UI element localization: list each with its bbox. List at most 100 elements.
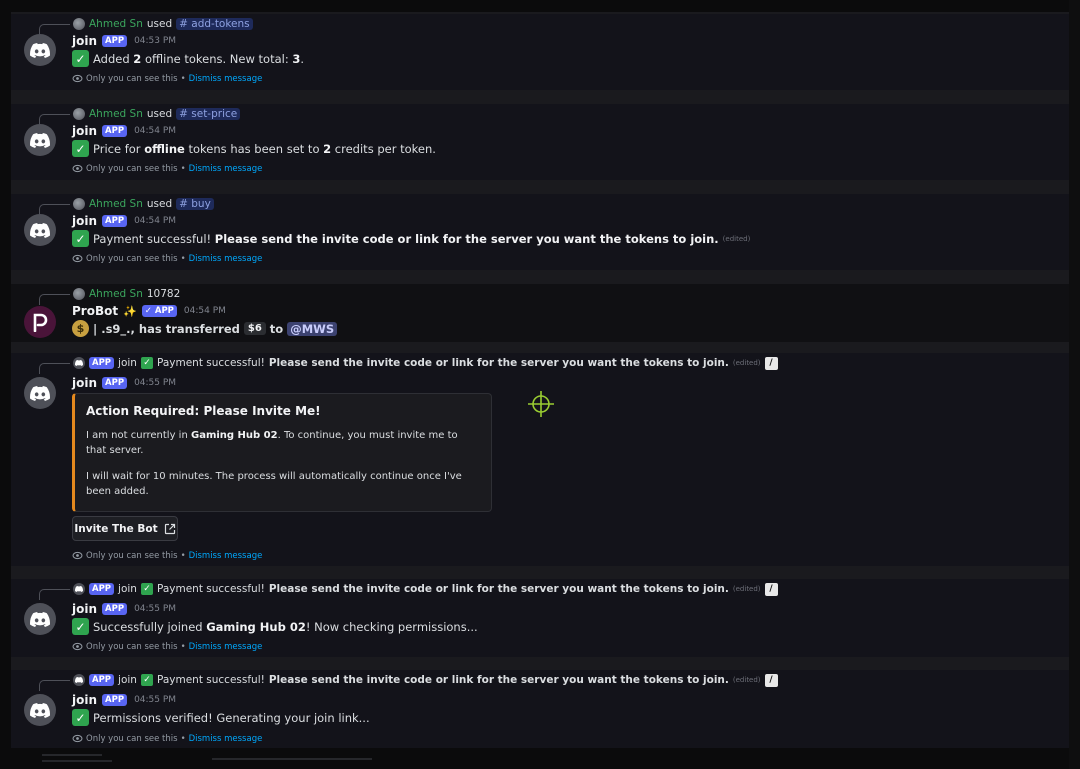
reply-reference[interactable]: APP join ✓ Payment successful! Please se… <box>73 356 778 370</box>
embed-card: Action Required: Please Invite Me! I am … <box>72 393 492 512</box>
author-name[interactable]: ProBot <box>72 304 118 318</box>
pencil-emoji-icon: / <box>764 673 778 687</box>
check-emoji-icon: ✓ <box>140 583 153 595</box>
bot-avatar[interactable] <box>24 694 56 726</box>
message-content: ✓ Successfully joined Gaming Hub 02! Now… <box>72 618 478 635</box>
eye-icon <box>72 734 83 743</box>
author-name[interactable]: join <box>72 124 97 138</box>
message-header: join APP 04:53 PM <box>72 33 176 49</box>
edited-label: (edited) <box>722 234 751 243</box>
app-badge: APP <box>102 35 128 47</box>
timestamp[interactable]: 04:55 PM <box>134 604 176 614</box>
command-name[interactable]: # buy <box>176 198 214 210</box>
invite-bot-button[interactable]: Invite The Bot <box>72 516 178 541</box>
ref-username[interactable]: join <box>118 674 137 686</box>
reply-reference[interactable]: APP join ✓ Payment successful! Please se… <box>73 673 778 687</box>
discord-logo-icon <box>30 702 50 718</box>
check-emoji-icon: ✓ <box>72 50 89 67</box>
user-mention[interactable]: @MWS <box>287 321 338 336</box>
ephemeral-note: Only you can see this • Dismiss message <box>72 550 262 561</box>
message-permissions-verified: APP join ✓ Payment successful! Please se… <box>11 670 1069 748</box>
timestamp[interactable]: 04:55 PM <box>134 695 176 705</box>
app-badge: APP <box>102 694 128 706</box>
user-avatar-mini <box>73 18 85 30</box>
dismiss-message-link[interactable]: Dismiss message <box>189 734 263 744</box>
ref-verb: used <box>146 108 173 120</box>
embed-paragraph: I am not currently in Gaming Hub 02. To … <box>86 430 458 456</box>
message-content: $ | .s9_., has transferred $6 to @MWS <box>72 320 338 337</box>
message-header: join APP 04:55 PM <box>72 692 176 708</box>
bot-avatar[interactable] <box>24 603 56 635</box>
check-emoji-icon: ✓ <box>72 618 89 635</box>
check-emoji-icon: ✓ <box>72 140 89 157</box>
ephemeral-note: Only you can see this • Dismiss message <box>72 733 262 744</box>
dismiss-message-link[interactable]: Dismiss message <box>189 642 263 652</box>
bot-avatar[interactable] <box>24 34 56 66</box>
ref-verb: used <box>146 198 173 210</box>
reply-reference[interactable]: APP join ✓ Payment successful! Please se… <box>73 582 778 596</box>
timestamp[interactable]: 04:54 PM <box>184 306 226 316</box>
dismiss-message-link[interactable]: Dismiss message <box>189 254 263 264</box>
command-reference[interactable]: Ahmed Sn used # set-price <box>73 107 241 121</box>
eye-icon <box>72 164 83 173</box>
bot-avatar[interactable] <box>24 124 56 156</box>
author-name[interactable]: join <box>72 693 97 707</box>
message-content: ✓ Payment successful! Please send the in… <box>72 230 750 247</box>
ref-username[interactable]: Ahmed Sn <box>89 18 143 30</box>
check-emoji-icon: ✓ <box>72 709 89 726</box>
embed-paragraph: I will wait for 10 minutes. The process … <box>86 471 462 497</box>
reply-connector <box>39 680 70 691</box>
author-name[interactable]: join <box>72 602 97 616</box>
reply-reference[interactable]: Ahmed Sn 10782 <box>73 287 180 301</box>
user-avatar-mini <box>73 288 85 300</box>
external-link-icon <box>164 523 175 534</box>
app-badge: APP <box>102 603 128 615</box>
ref-username[interactable]: join <box>118 583 137 595</box>
app-badge: APP <box>89 357 115 369</box>
dismiss-message-link[interactable]: Dismiss message <box>189 74 263 84</box>
command-name[interactable]: # set-price <box>176 108 241 120</box>
discord-logo-icon <box>30 222 50 238</box>
message-buy: Ahmed Sn used # buy join APP 04:54 PM ✓ … <box>11 194 1069 270</box>
bottom-ghost-content <box>42 750 372 769</box>
author-name[interactable]: join <box>72 214 97 228</box>
dismiss-message-link[interactable]: Dismiss message <box>189 551 263 561</box>
ref-username[interactable]: join <box>118 357 137 369</box>
discord-logo-icon <box>30 42 50 58</box>
ref-text: 10782 <box>146 288 181 300</box>
message-header: join APP 04:55 PM <box>72 375 176 391</box>
bot-avatar[interactable] <box>24 214 56 246</box>
ref-username[interactable]: Ahmed Sn <box>89 288 143 300</box>
timestamp[interactable]: 04:54 PM <box>134 216 176 226</box>
ref-username[interactable]: Ahmed Sn <box>89 108 143 120</box>
message-probot-transfer: Ahmed Sn 10782 ProBot ✨ ✓ APP 04:54 PM $… <box>11 284 1069 342</box>
check-emoji-icon: ✓ <box>140 357 153 369</box>
eye-icon <box>72 254 83 263</box>
command-name[interactable]: # add-tokens <box>176 18 253 30</box>
eye-icon <box>72 551 83 560</box>
author-name[interactable]: join <box>72 34 97 48</box>
message-set-price: Ahmed Sn used # set-price join APP 04:54… <box>11 104 1069 180</box>
probot-avatar[interactable] <box>24 306 56 338</box>
discord-logo-icon <box>30 132 50 148</box>
app-badge: APP <box>102 377 128 389</box>
verified-app-badge: ✓ APP <box>141 305 177 317</box>
bot-avatar-mini <box>73 357 85 369</box>
message-content: ✓ Permissions verified! Generating your … <box>72 709 370 726</box>
user-avatar-mini <box>73 198 85 210</box>
bot-avatar[interactable] <box>24 377 56 409</box>
timestamp[interactable]: 04:53 PM <box>134 36 176 46</box>
user-avatar-mini <box>73 108 85 120</box>
timestamp[interactable]: 04:55 PM <box>134 378 176 388</box>
command-reference[interactable]: Ahmed Sn used # add-tokens <box>73 17 253 31</box>
ref-username[interactable]: Ahmed Sn <box>89 198 143 210</box>
amount-code: $6 <box>243 322 266 335</box>
author-name[interactable]: join <box>72 376 97 390</box>
app-badge: APP <box>102 125 128 137</box>
timestamp[interactable]: 04:54 PM <box>134 126 176 136</box>
message-content: ✓ Price for offline tokens has been set … <box>72 140 436 157</box>
crosshair-icon <box>528 391 554 417</box>
dismiss-message-link[interactable]: Dismiss message <box>189 164 263 174</box>
app-badge: APP <box>102 215 128 227</box>
command-reference[interactable]: Ahmed Sn used # buy <box>73 197 214 211</box>
